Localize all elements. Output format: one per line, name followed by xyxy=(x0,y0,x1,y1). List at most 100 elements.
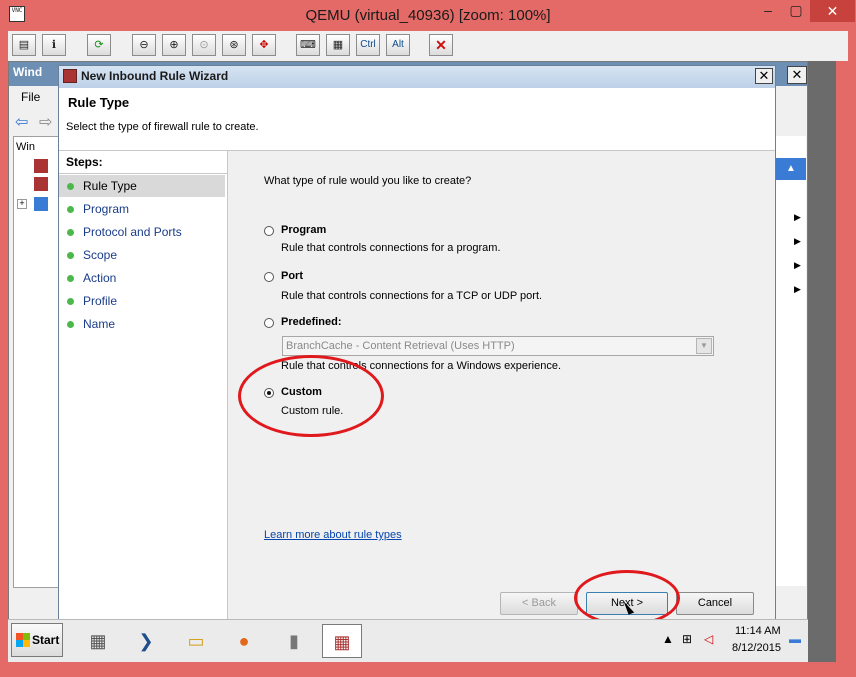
network-icon[interactable]: ⊞ xyxy=(682,632,692,646)
taskbar: Start ▦ ❯ ▭ ● ▮ ▦ ▲ ⊞ ◁ 11:14 AM 8/12/20… xyxy=(8,619,808,662)
option-description: Rule that controls connections for a pro… xyxy=(281,242,501,254)
clock-time[interactable]: 11:14 AM xyxy=(735,625,781,637)
option-label[interactable]: Program xyxy=(281,224,326,236)
predefined-select: BranchCache - Content Retrieval (Uses HT… xyxy=(282,336,714,356)
step-label: Scope xyxy=(83,248,118,262)
maximize-button[interactable]: ▢ xyxy=(782,0,810,22)
start-label: Start xyxy=(32,633,60,647)
step-label: Name xyxy=(83,317,116,331)
step-name[interactable]: Name xyxy=(59,313,225,335)
step-dot-icon xyxy=(67,206,74,213)
annotation-circle-next xyxy=(574,570,680,626)
step-dot-icon xyxy=(67,298,74,305)
step-label: Profile xyxy=(83,294,118,308)
new-inbound-rule-wizard: New Inbound Rule Wizard ✕ Rule Type Sele… xyxy=(58,65,776,621)
wizard-titlebar: New Inbound Rule Wizard ✕ xyxy=(59,66,775,88)
step-profile[interactable]: Profile xyxy=(59,290,225,312)
alt-key-button[interactable]: Alt xyxy=(386,34,410,56)
back-button[interactable]: < Back xyxy=(500,592,578,615)
step-scope[interactable]: Scope xyxy=(59,244,225,266)
window-title: QEMU (virtual_40936) [zoom: 100%] xyxy=(305,7,551,24)
learn-more-link[interactable]: Learn more about rule types xyxy=(264,529,402,541)
zoom-in-icon[interactable]: ⊕ xyxy=(162,34,186,56)
send-keys-icon[interactable]: ⌨ xyxy=(296,34,320,56)
minimize-button[interactable]: – xyxy=(754,0,782,22)
steps-panel: Steps: Rule Type Program Protocol and Po… xyxy=(59,151,228,620)
option-description: Rule that controls connections for a TCP… xyxy=(281,290,543,302)
firewall-taskbar-icon[interactable]: ▦ xyxy=(322,624,362,658)
file-explorer-icon[interactable]: ▭ xyxy=(176,624,216,658)
back-arrow-icon[interactable]: ⇦ xyxy=(15,112,28,132)
show-hidden-icon[interactable]: ▲ xyxy=(662,632,674,646)
clock-date[interactable]: 8/12/2015 xyxy=(732,642,781,654)
windows-logo-icon xyxy=(16,633,30,647)
wizard-header: Rule Type Select the type of firewall ru… xyxy=(59,88,775,151)
steps-title: Steps: xyxy=(66,155,103,169)
mmc-close-icon[interactable]: ✕ xyxy=(787,66,807,84)
zoom-out-icon[interactable]: ⊖ xyxy=(132,34,156,56)
admin-tools-icon[interactable]: ▮ xyxy=(274,624,314,658)
mmc-tree-panel: Win + xyxy=(13,136,61,588)
step-dot-icon xyxy=(67,229,74,236)
step-rule-type[interactable]: Rule Type xyxy=(59,175,225,197)
zoom-auto-icon[interactable]: ⊛ xyxy=(222,34,246,56)
connection-rules-icon[interactable] xyxy=(34,177,48,191)
predefined-value: BranchCache - Content Retrieval (Uses HT… xyxy=(286,340,515,352)
zoom-reset-icon[interactable]: ⊙ xyxy=(192,34,216,56)
volume-muted-icon[interactable]: ◁ xyxy=(704,632,713,646)
refresh-icon[interactable]: ⟳ xyxy=(87,34,111,56)
ctrl-key-button[interactable]: Ctrl xyxy=(356,34,380,56)
step-program[interactable]: Program xyxy=(59,198,225,220)
chevron-down-icon: ▼ xyxy=(696,338,712,354)
qemu-toolbar: ▤ ℹ ⟳ ⊖ ⊕ ⊙ ⊛ ✥ ⌨ ▦ Ctrl Alt ✕ xyxy=(8,31,848,61)
action-arrow-icon[interactable]: ▶ xyxy=(794,260,801,271)
mmc-actions-panel: ▲ ▶ ▶ ▶ ▶ xyxy=(775,136,806,586)
step-label: Rule Type xyxy=(83,179,137,193)
menu-file[interactable]: File xyxy=(21,90,40,104)
options-icon[interactable]: ▤ xyxy=(12,34,36,56)
info-icon[interactable]: ℹ xyxy=(42,34,66,56)
firefox-icon[interactable]: ● xyxy=(224,624,264,658)
fullscreen-icon[interactable]: ✥ xyxy=(252,34,276,56)
step-dot-icon xyxy=(67,183,74,190)
disconnect-icon[interactable]: ✕ xyxy=(429,34,453,56)
annotation-circle-custom xyxy=(238,355,384,437)
action-arrow-icon[interactable]: ▶ xyxy=(794,284,801,295)
radio-program[interactable] xyxy=(264,226,274,236)
forward-arrow-icon[interactable]: ⇨ xyxy=(39,112,52,132)
page-subtitle: Select the type of firewall rule to crea… xyxy=(66,121,259,133)
wizard-title: New Inbound Rule Wizard xyxy=(81,69,229,83)
firewall-icon xyxy=(63,69,77,83)
step-label: Protocol and Ports xyxy=(83,225,182,239)
system-tray: ▲ ⊞ ◁ 11:14 AM 8/12/2015 ▬ xyxy=(656,620,808,662)
expand-icon[interactable]: + xyxy=(17,199,27,209)
page-title: Rule Type xyxy=(68,95,130,110)
show-desktop-icon[interactable]: ▬ xyxy=(789,632,801,646)
step-label: Action xyxy=(83,271,117,285)
radio-port[interactable] xyxy=(264,272,274,282)
step-dot-icon xyxy=(67,321,74,328)
step-label: Program xyxy=(83,202,130,216)
collapse-icon[interactable]: ▲ xyxy=(776,158,806,180)
divider xyxy=(59,173,227,174)
option-label[interactable]: Port xyxy=(281,270,303,282)
server-manager-icon[interactable]: ▦ xyxy=(78,624,118,658)
wizard-close-button[interactable]: ✕ xyxy=(755,68,773,84)
action-arrow-icon[interactable]: ▶ xyxy=(794,212,801,223)
cancel-button[interactable]: Cancel xyxy=(676,592,754,615)
radio-predefined[interactable] xyxy=(264,318,274,328)
monitoring-icon[interactable] xyxy=(34,197,48,211)
mmc-title: Wind xyxy=(13,65,43,79)
tree-root[interactable]: Win xyxy=(16,141,35,153)
step-dot-icon xyxy=(67,275,74,282)
close-button[interactable]: ✕ xyxy=(810,0,855,22)
action-arrow-icon[interactable]: ▶ xyxy=(794,236,801,247)
ctrl-alt-del-icon[interactable]: ▦ xyxy=(326,34,350,56)
start-button[interactable]: Start xyxy=(11,623,63,657)
step-protocol-and-ports[interactable]: Protocol and Ports xyxy=(59,221,225,243)
step-dot-icon xyxy=(67,252,74,259)
powershell-icon[interactable]: ❯ xyxy=(126,624,166,658)
option-label[interactable]: Predefined: xyxy=(281,316,342,328)
step-action[interactable]: Action xyxy=(59,267,225,289)
firewall-rules-icon[interactable] xyxy=(34,159,48,173)
